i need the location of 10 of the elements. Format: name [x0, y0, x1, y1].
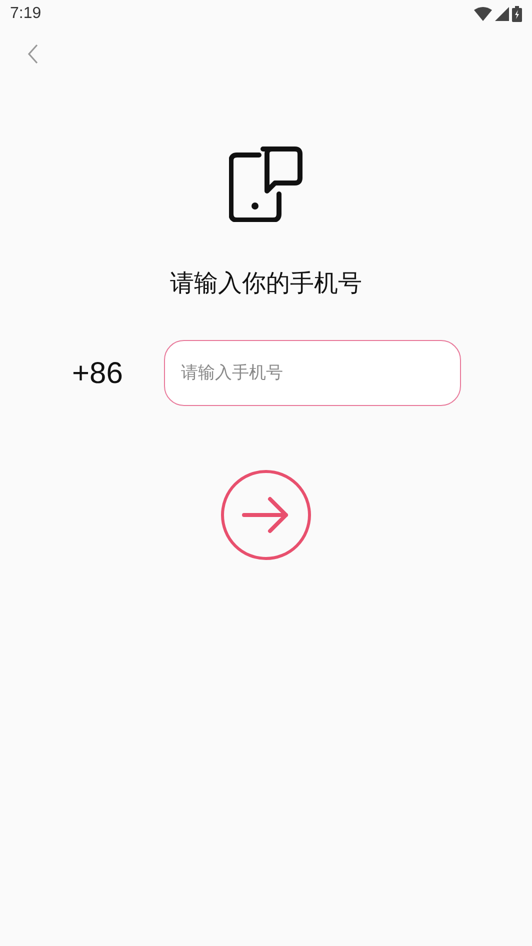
- battery-icon: [512, 6, 522, 22]
- arrow-right-icon: [242, 496, 290, 534]
- wifi-icon: [474, 7, 492, 21]
- signal-icon: [495, 7, 509, 21]
- next-button[interactable]: [221, 470, 311, 560]
- status-time: 7:19: [10, 4, 42, 24]
- phone-input-field[interactable]: 请输入手机号: [164, 340, 461, 406]
- country-code: +86: [72, 356, 124, 392]
- page-title: 请输入你的手机号: [170, 269, 362, 299]
- phone-chat-icon: [229, 146, 303, 222]
